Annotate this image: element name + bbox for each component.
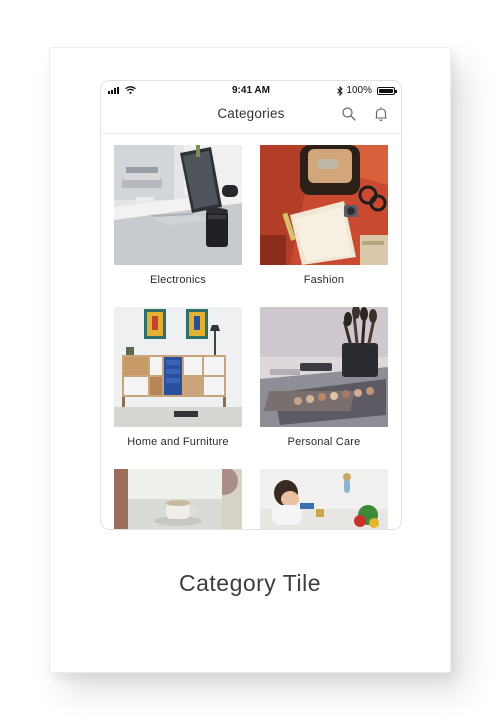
personal-care-image [260,307,388,427]
category-tile-6[interactable] [260,469,388,529]
power-indicators: 100% [337,85,397,96]
status-bar: 9:41 AM 100% [101,81,401,101]
battery-percent: 100% [346,85,372,96]
tea-cup-image [114,469,242,529]
category-tile-5[interactable] [114,469,242,529]
category-label: Home and Furniture [127,436,229,448]
category-grid: Electronics Fashion Home and Furniture P… [101,135,401,529]
card-caption: Category Tile [178,570,321,596]
category-tile-home-and-furniture[interactable]: Home and Furniture [114,307,242,448]
baby-toys-image [260,469,388,529]
showcase-card: 9:41 AM 100% Categories Electronics Fash… [49,47,451,673]
category-label: Fashion [303,274,345,286]
notifications-button[interactable] [373,106,389,122]
battery-level [379,88,393,93]
phone-mockup: 9:41 AM 100% Categories Electronics Fash… [100,80,402,530]
search-icon [342,107,356,121]
category-tile-fashion[interactable]: Fashion [260,145,388,286]
battery-icon [377,86,397,95]
electronics-image [114,145,242,265]
category-label: Personal Care [287,436,361,448]
search-button[interactable] [341,106,357,122]
category-tile-personal-care[interactable]: Personal Care [260,307,388,448]
home-furniture-image [114,307,242,427]
category-label: Electronics [150,274,206,286]
fashion-image [260,145,388,265]
category-tile-electronics[interactable]: Electronics [114,145,242,286]
nav-bar: Categories [101,101,401,134]
bell-icon [375,107,387,121]
bluetooth-icon [337,85,344,96]
